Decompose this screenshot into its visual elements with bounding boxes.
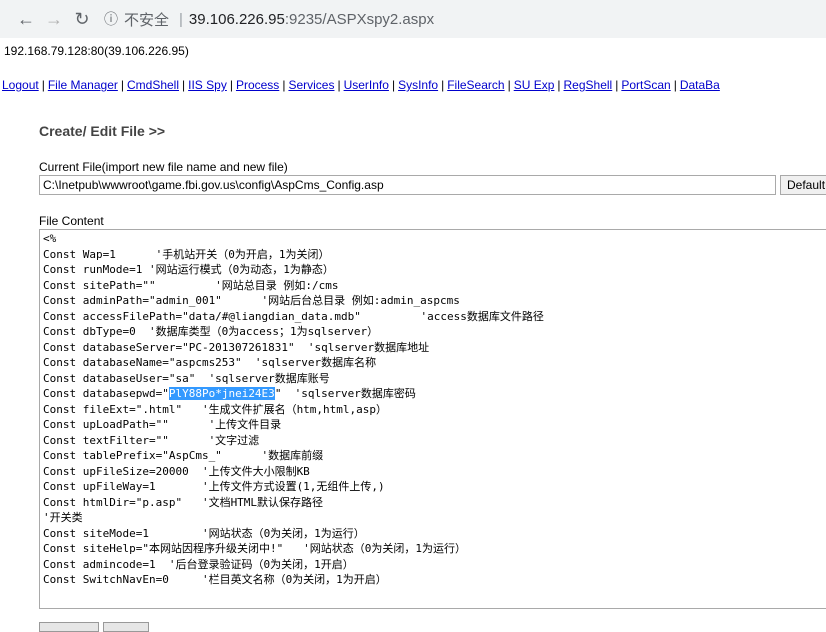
nav-link-databa[interactable]: DataBa [680, 78, 720, 92]
code-line: Const adminPath="admin_001" '网站后台总目录 例如:… [43, 294, 460, 307]
code-line: Const siteMode=1 '网站状态（0为关闭，1为运行） [43, 526, 365, 540]
code-line: Const sitePath="" '网站总目录 例如:/cms [43, 278, 339, 292]
nav-link-process[interactable]: Process [236, 78, 279, 92]
reload-icon[interactable]: ↻ [68, 9, 96, 30]
nav-link-portscan[interactable]: PortScan [621, 78, 670, 92]
address-path: :9235/ASPXspy2.aspx [284, 10, 435, 28]
nav-link-file-manager[interactable]: File Manager [48, 78, 118, 92]
nav-separator: | [337, 78, 341, 92]
default-button[interactable]: Default [780, 175, 826, 195]
code-line: Const upLoadPath="" '上传文件目录 [43, 418, 282, 431]
code-line: <% [43, 232, 57, 245]
selected-password-text: PlY88Po*jnei24E3 [168, 387, 275, 400]
file-content-editor[interactable]: <% Const Wap=1 '手机站开关（0为开启，1为关闭） Const r… [39, 229, 826, 609]
nav-separator: | [441, 78, 445, 92]
nav-separator: | [615, 78, 619, 92]
code-text: " 'sqlserver数据库密码 [274, 387, 416, 400]
code-line: Const siteHelp="本网站因程序升级关闭中!" '网站状态（0为关闭… [43, 542, 466, 555]
submit-button[interactable] [39, 622, 99, 632]
nav-link-userinfo[interactable]: UserInfo [344, 78, 389, 92]
code-line: Const databaseServer="PC-201307261831" '… [43, 340, 430, 354]
nav-separator: | [557, 78, 561, 92]
host-line: 192.168.79.128:80(39.106.226.95) [4, 44, 189, 58]
code-line: '开关类 [43, 511, 83, 524]
page-title: Create/ Edit File >> [39, 123, 166, 139]
code-line: Const admincode=1 '后台登录验证码（0为关闭，1开启） [43, 557, 354, 571]
nav-separator: | [391, 78, 396, 92]
current-file-input[interactable] [39, 175, 776, 195]
code-line: Const accessFilePath="data/#@liangdian_d… [43, 309, 544, 323]
nav-separator: | [282, 78, 286, 92]
code-line: Const textFilter="" '文字过滤 [43, 433, 260, 447]
code-line: Const htmlDir="p.asp" '文档HTML默认保存路径 [43, 495, 324, 509]
code-line: Const upFileWay=1 '上传文件方式设置(1,无组件上传,) [43, 480, 385, 493]
nav-separator: | [182, 78, 186, 92]
nav-link-iis-spy[interactable]: IIS Spy [188, 78, 227, 92]
code-line: Const databaseUser="sa" 'sqlserver数据库账号 [43, 371, 330, 385]
nav-separator: | [673, 78, 677, 92]
code-line-password: Const databasepwd="PlY88Po*jnei24E3" 'sq… [43, 386, 826, 402]
address-separator: | [179, 10, 183, 28]
nav-link-su-exp[interactable]: SU Exp [514, 78, 555, 92]
info-icon[interactable]: ⓘ [104, 9, 118, 29]
browser-toolbar: ← → ↻ ⓘ 不安全 | 39.106.226.95:9235/ASPXspy… [0, 0, 826, 38]
nav-separator: | [120, 78, 124, 92]
insecure-label: 不安全 [124, 11, 170, 29]
back-button[interactable] [103, 622, 149, 632]
code-text: Const databasepwd=" [43, 387, 169, 400]
nav-links: Logout | File Manager | CmdShell | IIS Spy | Pro… [2, 78, 720, 92]
code-line: Const runMode=1 '网站运行模式（0为动态，1为静态） [43, 263, 334, 276]
address-bar[interactable]: ⓘ 不安全 | 39.106.226.95:9235/ASPXspy2.aspx [104, 9, 434, 30]
code-line: Const upFileSize=20000 '上传文件大小限制KB [43, 464, 310, 478]
current-file-label: Current File(import new file name and ne… [39, 160, 288, 174]
nav-link-cmdshell[interactable]: CmdShell [127, 78, 179, 92]
nav-separator: | [507, 78, 511, 92]
code-line: Const tablePrefix="AspCms_" '数据库前缀 [43, 449, 324, 462]
nav-separator: | [229, 78, 233, 92]
nav-link-logout[interactable]: Logout [2, 78, 39, 92]
code-line: Const SwitchNavEn=0 '栏目英文名称（0为关闭，1为开启） [43, 573, 387, 586]
code-line: Const databaseName="aspcms253" 'sqlserve… [43, 356, 377, 369]
address-host: 39.106.226.95 [188, 10, 285, 28]
nav-link-services[interactable]: Services [288, 78, 334, 92]
code-line: Const dbType=0 '数据库类型（0为access；1为sqlserv… [43, 325, 379, 338]
nav-link-filesearch[interactable]: FileSearch [447, 78, 504, 92]
code-line: Const fileExt=".html" '生成文件扩展名（htm,html,… [43, 402, 388, 416]
nav-separator: | [41, 78, 45, 92]
nav-link-regshell[interactable]: RegShell [564, 78, 613, 92]
arrow-right-icon[interactable]: → [40, 9, 68, 30]
nav-link-sysinfo[interactable]: SysInfo [398, 78, 438, 92]
file-content-label: File Content [39, 214, 104, 228]
arrow-left-icon[interactable]: ← [12, 9, 40, 30]
code-line: Const Wap=1 '手机站开关（0为开启，1为关闭） [43, 247, 330, 261]
